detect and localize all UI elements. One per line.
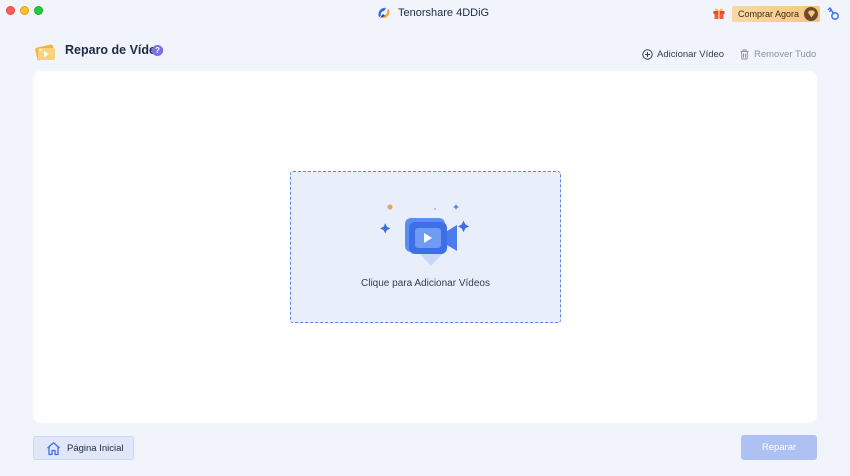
home-label: Página Inicial [67,442,124,454]
add-video-button[interactable]: Adicionar Vídeo [642,49,724,60]
app-title-text: Tenorshare 4DDiG [398,7,490,19]
key-icon[interactable] [827,6,840,21]
remove-all-button[interactable]: Remover Tudo [739,49,816,60]
video-repair-icon [35,44,55,61]
minimize-window-button[interactable] [20,6,29,15]
page-title: Reparo de Vídeo [65,43,164,57]
trash-icon [740,49,749,60]
maximize-window-button[interactable] [34,6,43,15]
video-camera-icon [380,204,470,266]
add-video-label: Adicionar Vídeo [657,49,725,60]
add-videos-dropzone[interactable]: Clique para Adicionar Vídeos [290,171,561,323]
dropzone-label: Clique para Adicionar Vídeos [361,278,490,289]
buy-now-button[interactable]: Comprar Agora [732,6,820,22]
close-window-button[interactable] [6,6,15,15]
remove-all-label: Remover Tudo [754,49,817,60]
home-icon [47,441,60,455]
app-title: Tenorshare 4DDiG [376,5,489,21]
app-logo-icon [378,7,390,19]
repair-button[interactable]: Reparar [741,435,817,460]
title-bar: Tenorshare 4DDiG Comprar Agora [0,0,850,26]
help-icon[interactable]: ? [152,45,163,56]
window-controls [6,6,43,15]
home-button[interactable]: Página Inicial [33,436,134,460]
diamond-icon [804,7,818,21]
buy-now-label: Comprar Agora [738,9,800,19]
main-panel: Clique para Adicionar Vídeos [33,71,817,423]
gift-icon[interactable] [712,6,726,20]
add-circle-icon [642,49,653,60]
